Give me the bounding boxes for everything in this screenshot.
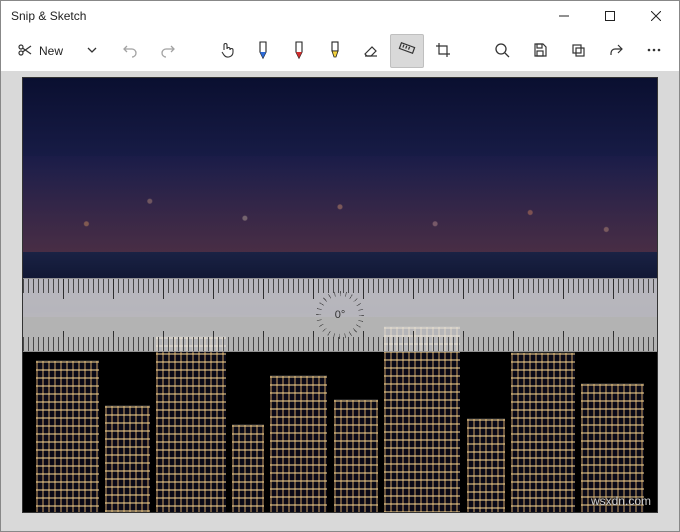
new-dropdown-button[interactable] [75,34,109,68]
building [511,352,574,512]
close-button[interactable] [633,1,679,31]
crop-icon [434,41,452,62]
ballpoint-pen-icon [255,40,271,63]
ruler-angle-label: 0° [335,309,346,321]
eraser-icon [362,41,380,62]
share-button[interactable] [599,34,633,68]
maximize-button[interactable] [587,1,633,31]
building [467,418,505,512]
building [270,375,327,512]
pencil-button[interactable] [282,34,316,68]
pencil-icon [291,40,307,63]
building [581,383,644,512]
share-icon [608,42,624,61]
new-label: New [39,44,63,58]
touch-icon [218,41,236,62]
toolbar-left: New [9,34,185,68]
ruler-overlay[interactable]: 0° [22,278,658,352]
more-button[interactable] [637,34,671,68]
save-button[interactable] [523,34,557,68]
ruler-icon [398,41,416,62]
toolbar: New [1,31,679,71]
new-snip-button[interactable]: New [9,38,71,65]
scissors-icon [17,42,33,61]
window-controls [541,1,679,31]
undo-button[interactable] [113,34,147,68]
ballpoint-pen-button[interactable] [246,34,280,68]
titlebar: Snip & Sketch [1,1,679,31]
toolbar-center [210,34,460,68]
copy-icon [570,42,586,61]
building [36,360,99,512]
highlighter-icon [327,40,343,63]
chevron-down-icon [87,44,97,58]
building [105,405,149,512]
building [334,399,378,512]
building [156,336,226,512]
crop-button[interactable] [426,34,460,68]
canvas-area: 0° wsxdn.com [1,71,679,531]
building [384,326,460,512]
zoom-icon [494,42,510,61]
undo-icon [122,42,138,61]
highlighter-button[interactable] [318,34,352,68]
zoom-button[interactable] [485,34,519,68]
toolbar-right [485,34,671,68]
touch-writing-button[interactable] [210,34,244,68]
more-icon [646,42,662,61]
redo-button[interactable] [151,34,185,68]
ruler-button[interactable] [390,34,424,68]
copy-button[interactable] [561,34,595,68]
minimize-button[interactable] [541,1,587,31]
save-icon [532,42,548,61]
snip-image[interactable]: 0° wsxdn.com [22,77,658,513]
eraser-button[interactable] [354,34,388,68]
window-title: Snip & Sketch [11,9,86,23]
watermark: wsxdn.com [591,494,651,508]
redo-icon [160,42,176,61]
building [232,424,264,512]
